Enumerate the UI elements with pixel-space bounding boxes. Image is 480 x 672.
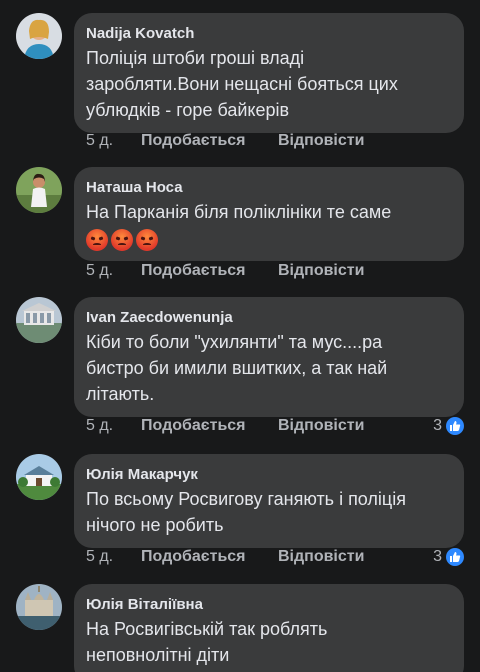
comment-text-line: літають. xyxy=(86,384,155,404)
like-button[interactable]: Подобається xyxy=(141,415,246,437)
comment-author[interactable]: Ivan Zaecdowenunja xyxy=(86,307,450,329)
reply-button[interactable]: Відповісти xyxy=(278,546,364,568)
comment-bubble: Nadija Kovatch Поліція штоби гроші владі… xyxy=(74,13,464,133)
comment-text-line: неповнолітні діти xyxy=(86,645,230,665)
comment-text-line: На Росвигівській так роблять xyxy=(86,619,328,639)
reply-button[interactable]: Відповісти xyxy=(278,130,364,152)
reaction-summary[interactable]: 3 xyxy=(433,415,464,437)
comment-text-line: Кіби то боли "ухилянти" та мус....ра xyxy=(86,332,383,352)
comment-text-line: Поліція штоби гроші владі xyxy=(86,48,305,68)
like-button[interactable]: Подобається xyxy=(141,546,246,568)
comment-timestamp[interactable]: 5 д. xyxy=(86,415,113,437)
like-button[interactable]: Подобається xyxy=(141,260,246,282)
angry-emoji-icon xyxy=(86,229,108,251)
comment-text-line: По всьому Росвигову ганяють і поліція xyxy=(86,489,406,509)
thumbs-up-icon xyxy=(446,417,464,435)
comment-timestamp[interactable]: 5 д. xyxy=(86,130,113,152)
thumbs-up-icon xyxy=(446,548,464,566)
avatar[interactable] xyxy=(16,454,62,500)
comment-bubble: Ivan Zaecdowenunja Кіби то боли "ухилянт… xyxy=(74,297,464,417)
comment-timestamp[interactable]: 5 д. xyxy=(86,546,113,568)
comment-timestamp[interactable]: 5 д. xyxy=(86,260,113,282)
comment-author[interactable]: Юлія Макарчук xyxy=(86,464,450,486)
reaction-count: 3 xyxy=(433,548,442,565)
comment-bubble: Юлія Віталіївна На Росвигівській так роб… xyxy=(74,584,464,672)
avatar[interactable] xyxy=(16,584,62,630)
avatar[interactable] xyxy=(16,13,62,59)
avatar[interactable] xyxy=(16,167,62,213)
reply-button[interactable]: Відповісти xyxy=(278,415,364,437)
angry-emoji-icon xyxy=(111,229,133,251)
reply-button[interactable]: Відповісти xyxy=(278,260,364,282)
comment-text-line: заробляти.Вони нещасні бояться цих xyxy=(86,74,398,94)
like-button[interactable]: Подобається xyxy=(141,130,246,152)
emoji-row xyxy=(86,229,450,251)
comment-author[interactable]: Nadija Kovatch xyxy=(86,23,450,45)
comment-text-line: бистро би имили вшитких, а так най xyxy=(86,358,388,378)
comment-text-line: нічого не робить xyxy=(86,515,224,535)
reaction-count: 3 xyxy=(433,417,442,434)
comment-text-line: На Парканія біля поліклініки те саме xyxy=(86,202,392,222)
reaction-summary[interactable]: 3 xyxy=(433,546,464,568)
comment-author[interactable]: Наташа Носа xyxy=(86,177,450,199)
comment-text-line: ублюдків - горе байкерів xyxy=(86,100,290,120)
angry-emoji-icon xyxy=(136,229,158,251)
comment-bubble: Наташа Носа На Парканія біля поліклініки… xyxy=(74,167,464,261)
comment-bubble: Юлія Макарчук По всьому Росвигову ганяют… xyxy=(74,454,464,548)
comment-author[interactable]: Юлія Віталіївна xyxy=(86,594,450,616)
avatar[interactable] xyxy=(16,297,62,343)
